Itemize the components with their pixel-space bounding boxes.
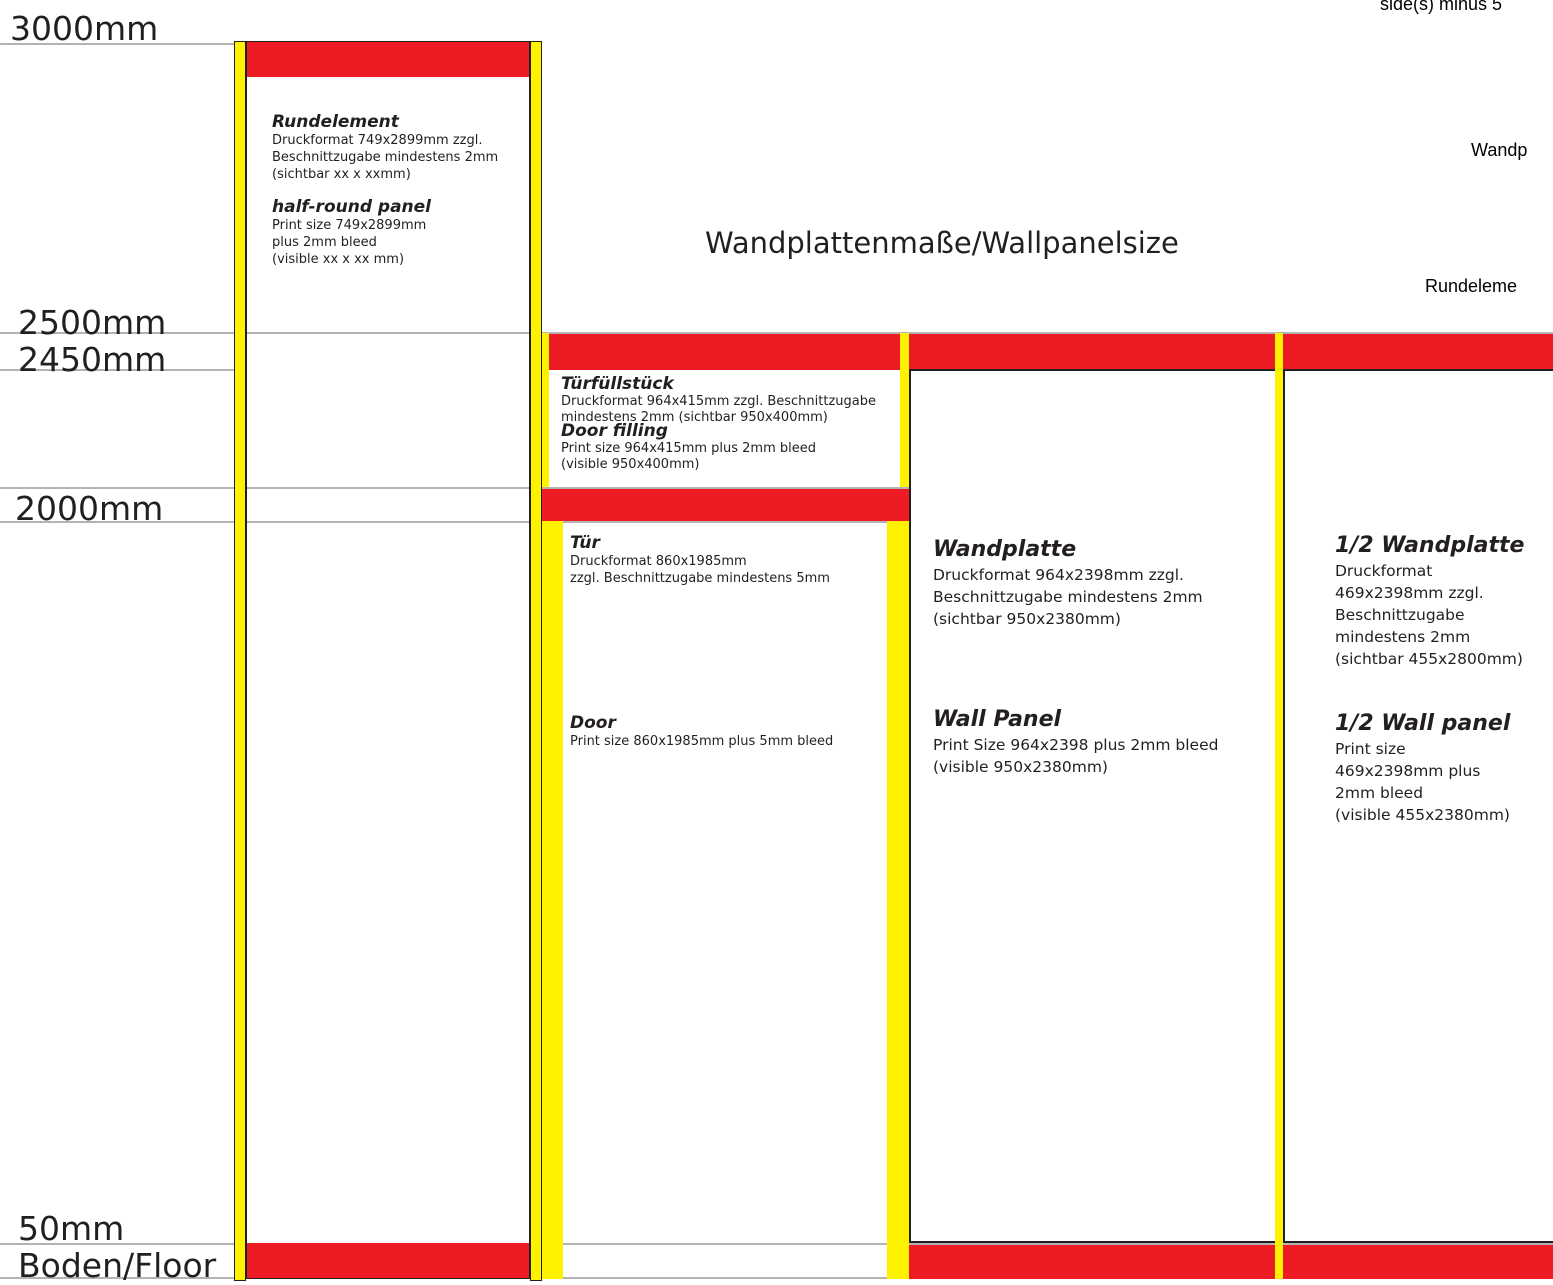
cut-text-top: side(s) minus 5 [1380, 0, 1503, 14]
wall-panel-en-line-2: (visible 950x2380mm) [933, 758, 1108, 776]
door-left-frame [542, 521, 563, 1279]
door-filling-left-frame [542, 333, 549, 487]
door-filling-de-line-1: Druckformat 964x415mm zzgl. Beschnittzug… [561, 394, 876, 409]
half-wall-panel-text: 1/2 Wandplatte Druckformat 469x2398mm zz… [1335, 532, 1550, 826]
half-round-line-2: plus 2mm bleed [272, 235, 377, 250]
half-wall-panel-en-line-1: Print size [1335, 740, 1406, 758]
half-wall-panel-en-line-2: 469x2398mm plus [1335, 762, 1481, 780]
door-filling-en-line-2: (visible 950x400mm) [561, 457, 700, 472]
wall-panel-bottom-bleed [909, 1245, 1277, 1279]
door-top-bleed [542, 489, 910, 521]
scale-label-50: 50mm [18, 1209, 125, 1248]
scale-label-2000: 2000mm [15, 489, 164, 528]
half-round-line-1: Print size 749x2899mm [272, 218, 427, 233]
rundelement-right-frame [530, 41, 542, 1281]
wall-panel-de-line-3: (sichtbar 950x2380mm) [933, 610, 1121, 628]
half-wall-panel-de-line-4: mindestens 2mm [1335, 628, 1471, 646]
scale-label-3000: 3000mm [10, 9, 159, 48]
wall-panel-text: Wandplatte Druckformat 964x2398mm zzgl. … [933, 536, 1273, 778]
door-filling-en-line-1: Print size 964x415mm plus 2mm bleed [561, 441, 817, 456]
door-filling-de-title: Türfüllstück [561, 374, 674, 394]
page-title: Wandplattenmaße/Wallpanelsize [705, 226, 1179, 260]
door-en-line-1: Print size 860x1985mm plus 5mm bleed [570, 734, 834, 749]
half-wall-panel-bottom-bleed [1283, 1245, 1553, 1279]
half-wall-panel-en-title: 1/2 Wall panel [1335, 711, 1511, 736]
wall-panel-en-title: Wall Panel [933, 707, 1062, 732]
door-en-title: Door [570, 713, 616, 733]
half-wall-panel-top-bleed [1283, 334, 1553, 370]
door-de-line-2: zzgl. Beschnittzugabe mindestens 5mm [570, 571, 830, 586]
door-text: Tür Druckformat 860x1985mm zzgl. Beschni… [570, 533, 870, 750]
half-wall-panel-en-line-3: 2mm bleed [1335, 784, 1424, 802]
door-de-line-1: Druckformat 860x1985mm [570, 554, 747, 569]
scale-label-2450: 2450mm [18, 340, 167, 379]
wall-panel-top-bleed [909, 334, 1277, 370]
wall-panel-separator-frame [1275, 333, 1283, 1279]
wall-panel-de-title: Wandplatte [933, 537, 1077, 562]
wall-panel-en-line-1: Print Size 964x2398 plus 2mm bleed [933, 736, 1219, 754]
half-round-panel-title: half-round panel [272, 197, 432, 217]
half-wall-panel-de-line-3: Beschnittzugabe [1335, 606, 1465, 624]
rundelement-line-3: (sichtbar xx x xxmm) [272, 167, 411, 182]
wall-panel-de-line-2: Beschnittzugabe mindestens 2mm [933, 588, 1203, 606]
rundelement-text: Rundelement Druckformat 749x2899mm zzgl.… [272, 112, 522, 268]
rundelement-line-1: Druckformat 749x2899mm zzgl. [272, 133, 483, 148]
rundelement-title: Rundelement [272, 112, 399, 132]
half-wall-panel-en-line-4: (visible 455x2380mm) [1335, 806, 1510, 824]
half-wall-panel-de-title: 1/2 Wandplatte [1335, 533, 1525, 558]
half-wall-panel-de-line-5: (sichtbar 455x2800mm) [1335, 650, 1523, 668]
rundelement-line-2: Beschnittzugabe mindestens 2mm [272, 150, 499, 165]
door-filling-top-bleed [549, 334, 900, 370]
half-wall-panel-de-line-2: 469x2398mm zzgl. [1335, 584, 1484, 602]
half-round-line-3: (visible xx x xx mm) [272, 252, 405, 267]
half-wall-panel-de-line-1: Druckformat [1335, 562, 1433, 580]
door-filling-text: Türfüllstück Druckformat 964x415mm zzgl.… [561, 375, 901, 473]
door-filling-right-frame [900, 333, 909, 487]
scale-label-floor: Boden/Floor [18, 1246, 217, 1285]
door-de-title: Tür [570, 533, 600, 553]
cut-text-low: Rundeleme [1425, 276, 1518, 296]
door-right-frame [887, 521, 909, 1279]
wall-panel-de-line-1: Druckformat 964x2398mm zzgl. [933, 566, 1184, 584]
wall-panel-outline [909, 369, 1277, 1243]
rundelement-left-frame [234, 41, 246, 1281]
cut-text-mid: Wandp [1471, 140, 1528, 160]
scale-label-2500: 2500mm [18, 303, 167, 342]
